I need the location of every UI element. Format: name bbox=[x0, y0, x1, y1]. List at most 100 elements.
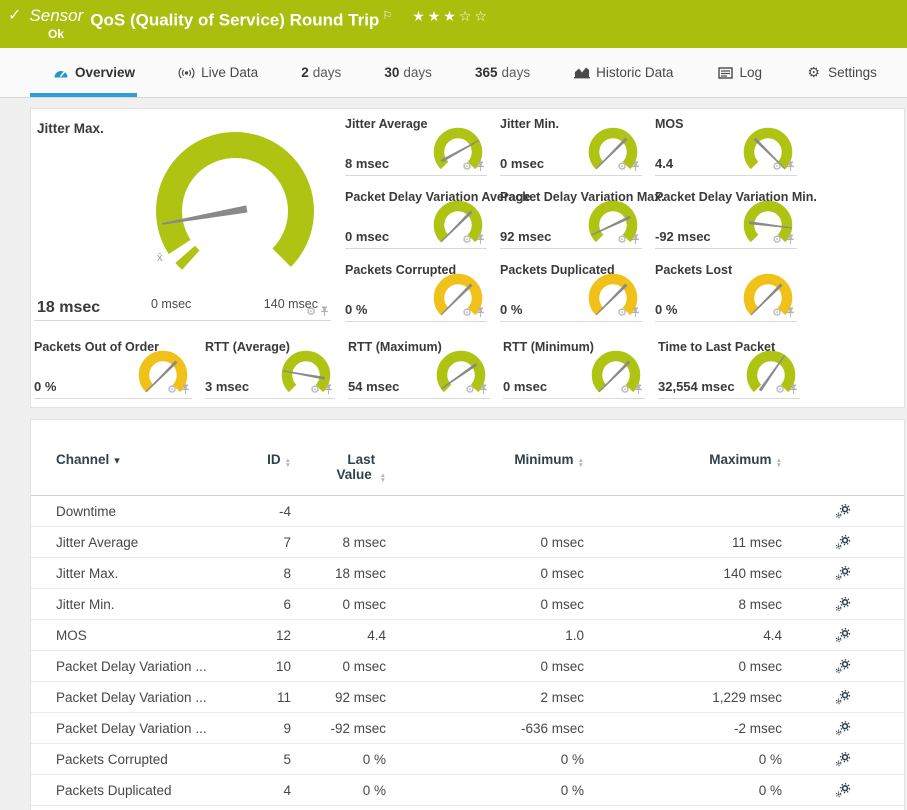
gear-icon[interactable]: ⚙ bbox=[617, 162, 627, 172]
column-header-last[interactable]: LastValue ▲▼ bbox=[291, 452, 386, 483]
tab-label: Live Data bbox=[201, 65, 258, 80]
pin-icon[interactable] bbox=[320, 306, 329, 317]
channel-settings-icon[interactable] bbox=[835, 783, 851, 798]
sensor-kind-label: Sensor bbox=[29, 5, 83, 27]
gauge-value: 0 % bbox=[655, 302, 677, 317]
column-header-id[interactable]: ID▲▼ bbox=[236, 452, 291, 468]
pin-icon[interactable] bbox=[476, 234, 485, 245]
cell-maximum: 1,229 msec bbox=[584, 690, 782, 705]
cell-minimum: 0 msec bbox=[386, 659, 584, 674]
column-header-channel[interactable]: Channel▾ bbox=[31, 452, 236, 467]
channel-settings-icon[interactable] bbox=[835, 752, 851, 767]
cell-last-value: 0 % bbox=[291, 752, 386, 767]
star-rating[interactable]: ★★★☆☆ bbox=[412, 5, 490, 27]
gear-icon[interactable]: ⚙ bbox=[772, 235, 782, 245]
table-row[interactable]: Jitter Max.818 msec0 msec140 msec bbox=[31, 558, 904, 589]
column-header-min[interactable]: Minimum▲▼ bbox=[386, 452, 584, 468]
gear-icon[interactable]: ⚙ bbox=[462, 162, 472, 172]
cell-channel: Downtime bbox=[31, 504, 236, 519]
gear-icon[interactable]: ⚙ bbox=[465, 385, 475, 395]
table-row[interactable]: Packets Duplicated40 %0 %0 % bbox=[31, 775, 904, 806]
gauge-title: Time to Last Packet bbox=[658, 340, 775, 354]
pin-icon[interactable] bbox=[634, 384, 643, 395]
pin-icon[interactable] bbox=[786, 307, 795, 318]
sort-icon[interactable]: ▲▼ bbox=[776, 458, 782, 468]
flag-icon[interactable]: ⚐ bbox=[382, 10, 392, 22]
log-icon bbox=[717, 65, 734, 81]
pin-icon[interactable] bbox=[181, 384, 190, 395]
gear-icon[interactable]: ⚙ bbox=[772, 308, 782, 318]
gear-icon[interactable]: ⚙ bbox=[772, 162, 782, 172]
table-row[interactable]: Jitter Min.60 msec0 msec8 msec bbox=[31, 589, 904, 620]
pin-icon[interactable] bbox=[786, 161, 795, 172]
pin-icon[interactable] bbox=[789, 384, 798, 395]
cell-maximum: 0 msec bbox=[584, 659, 782, 674]
table-row[interactable]: Packet Delay Variation ...9-92 msec-636 … bbox=[31, 713, 904, 744]
tab-log[interactable]: Log bbox=[717, 48, 763, 97]
tab-number: 365 bbox=[475, 65, 498, 80]
column-header-max[interactable]: Maximum▲▼ bbox=[584, 452, 782, 468]
cell-minimum: 0 % bbox=[386, 783, 584, 798]
cell-id: 5 bbox=[236, 752, 291, 767]
pin-icon[interactable] bbox=[631, 234, 640, 245]
pin-icon[interactable] bbox=[786, 234, 795, 245]
gear-icon[interactable]: ⚙ bbox=[462, 235, 472, 245]
cell-id: 12 bbox=[236, 628, 291, 643]
tab-days[interactable]: 30days bbox=[384, 48, 432, 97]
gauge-mos: MOS 4.4⚙ bbox=[655, 116, 797, 176]
cell-maximum: 0 % bbox=[584, 783, 782, 798]
pin-icon[interactable] bbox=[479, 384, 488, 395]
gear-icon[interactable]: ⚙ bbox=[462, 308, 472, 318]
cell-channel: Jitter Average bbox=[31, 535, 236, 550]
cell-maximum: -2 msec bbox=[584, 721, 782, 736]
table-row[interactable]: Packet Delay Variation ...100 msec0 msec… bbox=[31, 651, 904, 682]
channel-settings-icon[interactable] bbox=[835, 597, 851, 612]
gear-icon[interactable]: ⚙ bbox=[620, 385, 630, 395]
tab-days[interactable]: 365 days bbox=[475, 48, 530, 97]
gear-icon[interactable]: ⚙ bbox=[310, 385, 320, 395]
gear-icon[interactable]: ⚙ bbox=[306, 307, 316, 317]
channel-settings-icon[interactable] bbox=[835, 690, 851, 705]
channel-settings-icon[interactable] bbox=[835, 659, 851, 674]
channel-settings-icon[interactable] bbox=[835, 566, 851, 581]
cell-minimum: 1.0 bbox=[386, 628, 584, 643]
channel-settings-icon[interactable] bbox=[835, 504, 851, 519]
cell-id: 9 bbox=[236, 721, 291, 736]
sort-icon[interactable]: ▲▼ bbox=[380, 473, 386, 483]
tab-label: days bbox=[502, 65, 531, 80]
gear-icon[interactable]: ⚙ bbox=[617, 308, 627, 318]
gear-icon[interactable]: ⚙ bbox=[775, 385, 785, 395]
table-row[interactable]: MOS124.41.04.4 bbox=[31, 620, 904, 651]
sorted-desc-icon[interactable]: ▾ bbox=[114, 455, 120, 467]
gear-icon[interactable]: ⚙ bbox=[167, 385, 177, 395]
pin-icon[interactable] bbox=[476, 161, 485, 172]
table-row[interactable]: Packets Corrupted50 %0 %0 % bbox=[31, 744, 904, 775]
gear-icon[interactable]: ⚙ bbox=[617, 235, 627, 245]
pin-icon[interactable] bbox=[324, 384, 333, 395]
tab-days[interactable]: 2days bbox=[301, 48, 341, 97]
cell-maximum: 4.4 bbox=[584, 628, 782, 643]
tab-overview[interactable]: Overview bbox=[52, 48, 135, 97]
tab-live-data[interactable]: Live Data bbox=[178, 48, 258, 97]
gauge-title: Packet Delay Variation Max. bbox=[500, 190, 665, 204]
table-row[interactable]: Downtime-4 bbox=[31, 496, 904, 527]
pin-icon[interactable] bbox=[476, 307, 485, 318]
table-row[interactable]: Packet Delay Variation ...1192 msec2 mse… bbox=[31, 682, 904, 713]
cell-id: 6 bbox=[236, 597, 291, 612]
cell-channel: Packet Delay Variation ... bbox=[31, 721, 236, 736]
channel-settings-icon[interactable] bbox=[835, 721, 851, 736]
gauge-title: Packets Lost bbox=[655, 263, 732, 277]
tab-settings[interactable]: ⚙Settings bbox=[805, 48, 877, 97]
pin-icon[interactable] bbox=[631, 307, 640, 318]
tab-historic-data[interactable]: Historic Data bbox=[573, 48, 673, 97]
channel-settings-icon[interactable] bbox=[835, 628, 851, 643]
channel-settings-icon[interactable] bbox=[835, 535, 851, 550]
pin-icon[interactable] bbox=[631, 161, 640, 172]
gauge-title: RTT (Maximum) bbox=[348, 340, 442, 354]
gauge-packets-duplicated: Packets Duplicated 0 %⚙ bbox=[500, 262, 642, 322]
cell-channel: Jitter Min. bbox=[31, 597, 236, 612]
table-row[interactable]: Jitter Average78 msec0 msec11 msec bbox=[31, 527, 904, 558]
gauge-value: 18 msec bbox=[37, 299, 100, 317]
cell-last-value: 18 msec bbox=[291, 566, 386, 581]
table-body: Downtime-4Jitter Average78 msec0 msec11 … bbox=[31, 496, 904, 806]
